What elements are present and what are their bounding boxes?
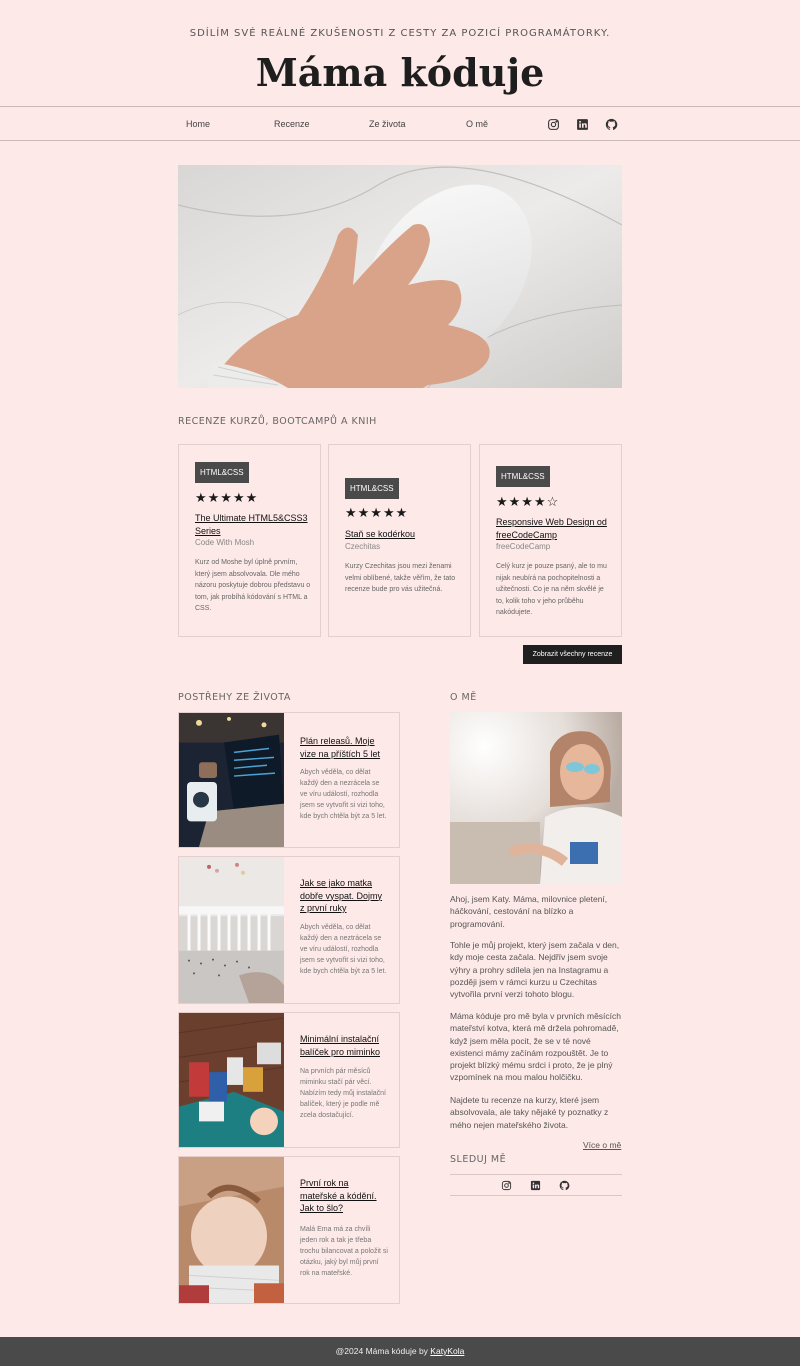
footer-author-link[interactable]: KatyKola <box>430 1346 464 1356</box>
review-author: Code With Mosh <box>195 538 255 547</box>
post-title-link[interactable]: Minimální instalační balíček pro miminko <box>300 1033 388 1058</box>
github-icon[interactable] <box>559 1180 570 1191</box>
show-all-reviews-button[interactable]: Zobrazit všechny recenze <box>523 645 622 664</box>
review-excerpt: Kurzy Czechitas jsou mezi ženami velmi o… <box>345 563 456 593</box>
blog-post-card[interactable]: První rok na mateřské a kódění. Jak to š… <box>178 1156 400 1304</box>
github-icon[interactable] <box>605 118 618 131</box>
more-about-link[interactable]: Více o mě <box>583 1140 621 1150</box>
blog-post-card[interactable]: Minimální instalační balíček pro miminko… <box>178 1012 400 1148</box>
follow-heading: SLEDUJ MĚ <box>450 1154 507 1165</box>
follow-social-bar <box>450 1174 622 1196</box>
review-excerpt: Celý kurz je pouze psaný, ale to mu nija… <box>496 563 607 616</box>
rating-stars: ★★★★★ <box>345 505 409 520</box>
linkedin-icon[interactable] <box>576 118 589 131</box>
post-excerpt: Malá Ema má za chvíli jeden rok a tak je… <box>300 1226 388 1277</box>
review-author: Czechitas <box>345 542 381 551</box>
about-paragraph: Ahoj, jsem Katy. Máma, milovnice pletení… <box>450 894 608 929</box>
nav-item-o-me[interactable]: O mě <box>466 119 488 129</box>
post-thumbnail[interactable] <box>179 713 284 847</box>
blog-post-card[interactable]: Plán releasů. Moje vize na příštích 5 le… <box>178 712 400 848</box>
blog-post-card[interactable]: Jak se jako matka dobře vyspat. Dojmy z … <box>178 856 400 1004</box>
site-title[interactable]: Máma kóduje <box>0 50 800 95</box>
rating-stars: ★★★★★ <box>195 490 259 505</box>
nav-item-home[interactable]: Home <box>186 119 210 129</box>
post-excerpt: Abych věděla, co dělat každý den a neztr… <box>300 924 387 975</box>
instagram-icon[interactable] <box>501 1180 512 1191</box>
post-title-link[interactable]: Jak se jako matka dobře vyspat. Dojmy z … <box>300 877 388 915</box>
rating-stars: ★★★★☆ <box>496 494 560 509</box>
review-title-link[interactable]: The Ultimate HTML5&CSS3 Series <box>195 512 311 538</box>
review-title-link[interactable]: Staň se kodérkou <box>345 528 461 541</box>
instagram-icon[interactable] <box>547 118 560 131</box>
category-badge[interactable]: HTML&CSS <box>345 478 399 499</box>
linkedin-icon[interactable] <box>530 1180 541 1191</box>
footer-copyright: @2024 Máma kóduje by <box>335 1346 431 1356</box>
review-author: freeCodeCamp <box>496 542 551 551</box>
site-tagline: SDÍLÍM SVÉ REÁLNÉ ZKUŠENOSTI Z CESTY ZA … <box>189 28 611 39</box>
post-thumbnail[interactable] <box>179 1013 284 1147</box>
review-card[interactable]: HTML&CSS ★★★★★ Staň se kodérkou Czechita… <box>328 444 471 637</box>
review-card[interactable]: HTML&CSS ★★★★☆ Responsive Web Design od … <box>479 444 622 637</box>
about-heading: O MĚ <box>450 692 477 703</box>
post-excerpt: Na prvních pár měsíců miminku stačí pár … <box>300 1068 386 1119</box>
life-heading: POSTŘEHY ZE ŽIVOTA <box>178 692 291 703</box>
post-thumbnail[interactable] <box>179 1157 284 1303</box>
about-paragraph: Najdete tu recenze na kurzy, které jsem … <box>450 1095 609 1130</box>
post-title-link[interactable]: Plán releasů. Moje vize na příštích 5 le… <box>300 735 388 760</box>
nav-item-recenze[interactable]: Recenze <box>274 119 310 129</box>
post-excerpt: Abych věděla, co dělat každý den a nezrá… <box>300 769 387 820</box>
reviews-heading: RECENZE KURZŮ, BOOTCAMPŮ A KNIH <box>178 416 377 427</box>
review-title-link[interactable]: Responsive Web Design od freeCodeCamp <box>496 516 612 542</box>
post-title-link[interactable]: První rok na mateřské a kódění. Jak to š… <box>300 1177 388 1215</box>
post-thumbnail[interactable] <box>179 857 284 1003</box>
footer: @2024 Máma kóduje by KatyKola <box>0 1337 800 1366</box>
category-badge[interactable]: HTML&CSS <box>496 466 550 487</box>
hero-image <box>178 165 622 388</box>
review-card[interactable]: HTML&CSS ★★★★★ The Ultimate HTML5&CSS3 S… <box>178 444 321 637</box>
nav-item-ze-zivota[interactable]: Ze života <box>369 119 406 129</box>
about-paragraph: Máma kóduje pro mě byla v prvních měsící… <box>450 1011 622 1083</box>
main-nav: Home Recenze Ze života O mě <box>0 106 800 141</box>
about-photo <box>450 712 622 884</box>
category-badge[interactable]: HTML&CSS <box>195 462 249 483</box>
review-excerpt: Kurz od Moshe byl úplně prvním, který js… <box>195 559 311 612</box>
about-paragraph: Tohle je můj projekt, který jsem začala … <box>450 940 620 1000</box>
